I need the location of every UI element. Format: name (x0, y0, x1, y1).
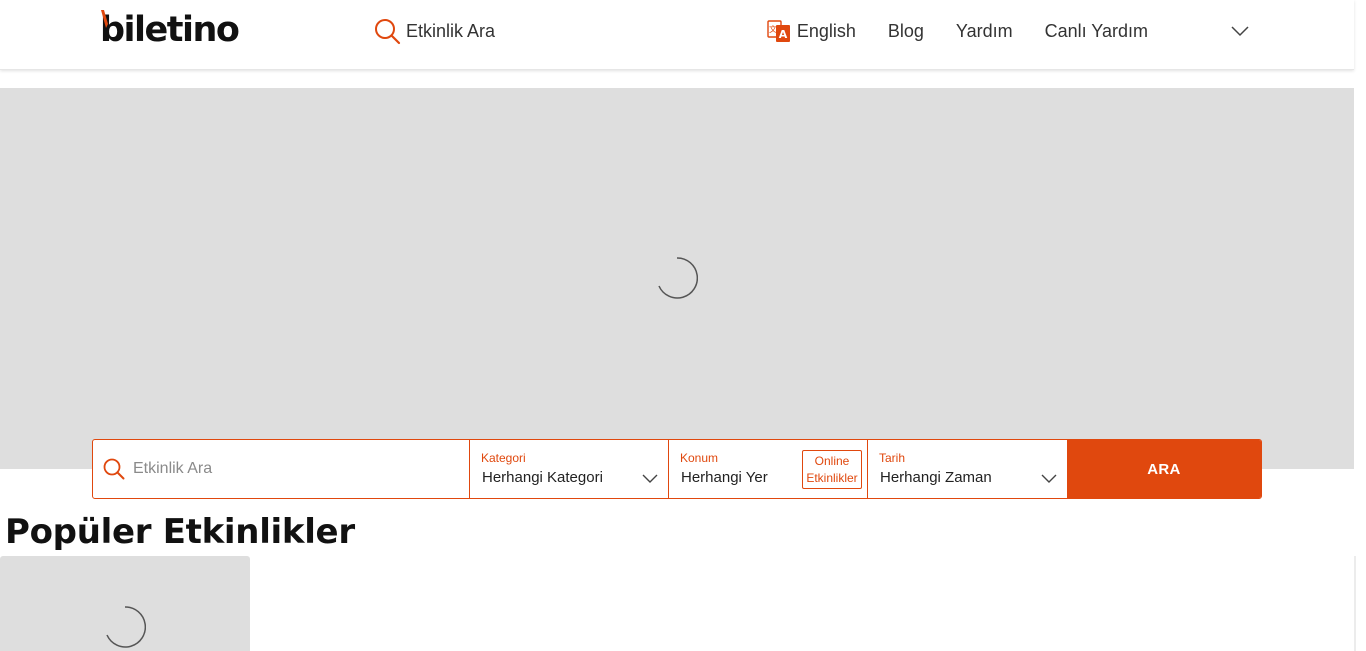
language-label: English (796, 20, 856, 41)
logo-text: biletino (100, 9, 240, 50)
search-icon (375, 19, 401, 45)
search-button[interactable]: ARA (1067, 440, 1261, 498)
popular-events-title: Popüler Etkinlikler (5, 512, 355, 552)
category-value: Herhangi Kategori (482, 469, 603, 486)
date-label: Tarih (879, 451, 906, 465)
date-select[interactable]: Tarih Herhangi Zaman (868, 440, 1067, 498)
event-search-placeholder: Etkinlik Ara (133, 460, 213, 477)
online-events-line1: Online (814, 454, 850, 468)
category-label: Kategori (481, 451, 526, 465)
loading-spinner-icon (658, 257, 698, 299)
top-nav: A 文 English Blog Yardım Canlı Yardım (767, 18, 1250, 44)
chevron-down-icon (642, 474, 658, 483)
page: biletino Etkinlik Ara A 文 English Blog Y… (0, 0, 1366, 651)
location-label: Konum (680, 451, 719, 465)
language-switch[interactable]: A 文 English (767, 18, 856, 44)
translate-icon: A 文 (767, 20, 790, 42)
location-select[interactable]: Konum Herhangi Yer Online Etkinlikler (669, 440, 868, 498)
chevron-down-icon (1041, 474, 1057, 483)
loading-spinner-icon (106, 606, 146, 648)
search-icon (103, 458, 125, 480)
logo[interactable]: biletino (100, 8, 240, 52)
hero-banner (0, 88, 1354, 469)
nav-live-help-link[interactable]: Canlı Yardım (1045, 21, 1148, 42)
header-search-label: Etkinlik Ara (406, 21, 496, 41)
site-header: biletino Etkinlik Ara A 文 English Blog Y… (0, 0, 1354, 70)
nav-blog-link[interactable]: Blog (888, 21, 924, 42)
event-search-input[interactable]: Etkinlik Ara (93, 440, 470, 498)
online-events-toggle[interactable]: Online Etkinlikler (802, 450, 862, 489)
online-events-line2: Etkinlikler (806, 471, 858, 485)
svg-text:文: 文 (769, 24, 777, 34)
nav-help-link[interactable]: Yardım (956, 21, 1013, 42)
event-search-bar: Etkinlik Ara Kategori Herhangi Kategori … (92, 439, 1262, 499)
category-select[interactable]: Kategori Herhangi Kategori (470, 440, 669, 498)
chevron-down-icon[interactable] (1230, 21, 1250, 41)
scroll-edge (1354, 556, 1356, 651)
event-card[interactable] (0, 556, 250, 651)
date-value: Herhangi Zaman (880, 469, 992, 486)
logo-mark-icon (101, 10, 108, 28)
svg-text:A: A (779, 28, 788, 41)
header-search[interactable]: Etkinlik Ara (374, 18, 495, 45)
location-value: Herhangi Yer (681, 469, 768, 486)
